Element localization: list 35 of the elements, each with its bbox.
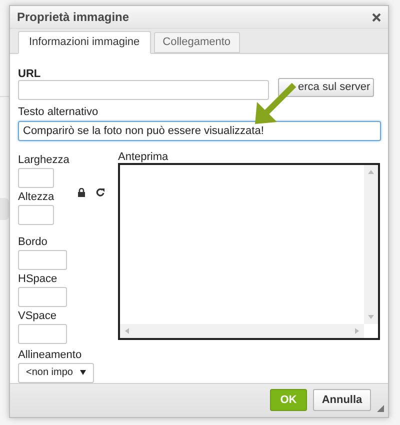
number-input-field[interactable] <box>18 250 67 270</box>
alignment-select[interactable]: <non impo <box>18 362 94 383</box>
number-input-field[interactable] <box>18 168 54 188</box>
background-panel <box>0 198 9 220</box>
number-input-field[interactable] <box>18 204 54 225</box>
scroll-up-icon[interactable] <box>368 170 374 174</box>
field-label: Larghezza <box>18 154 70 166</box>
tab[interactable]: Informazioni immagine <box>18 30 151 54</box>
scroll-left-icon[interactable] <box>125 328 129 334</box>
alt-text-input-field[interactable]: Comparirò se la foto non può essere visualizzata! <box>18 120 381 141</box>
close-icon[interactable] <box>372 12 381 22</box>
pointer-arrow-icon <box>253 82 297 126</box>
dialog-title: Proprietà immagine <box>17 9 130 26</box>
dropdown-caret-icon <box>80 370 86 376</box>
field-label: URL <box>18 68 42 80</box>
number-input-field[interactable] <box>18 286 67 307</box>
vertical-scrollbar[interactable] <box>364 164 378 324</box>
field-label: Altezza <box>18 190 56 203</box>
field-label: VSpace <box>18 310 58 322</box>
number-input-field[interactable] <box>18 324 67 344</box>
field-label: Allineamento <box>18 348 83 361</box>
browse-server-button[interactable]: erca sul server <box>278 78 374 97</box>
horizontal-scrollbar[interactable] <box>120 324 364 338</box>
refresh-icon[interactable] <box>96 188 105 198</box>
tab[interactable]: Collegamento <box>154 32 240 53</box>
field-label: Bordo <box>18 236 48 248</box>
scroll-down-icon[interactable] <box>368 314 374 319</box>
cancel-button[interactable]: Annulla <box>313 389 371 412</box>
lock-icon[interactable] <box>78 188 85 198</box>
resize-grip-icon[interactable] <box>377 405 384 412</box>
scroll-right-icon[interactable] <box>355 328 359 334</box>
field-label: Anteprima <box>118 150 170 163</box>
field-label: Testo alternativo <box>18 106 100 118</box>
url-input-field[interactable] <box>18 80 269 100</box>
field-label: HSpace <box>18 272 58 285</box>
